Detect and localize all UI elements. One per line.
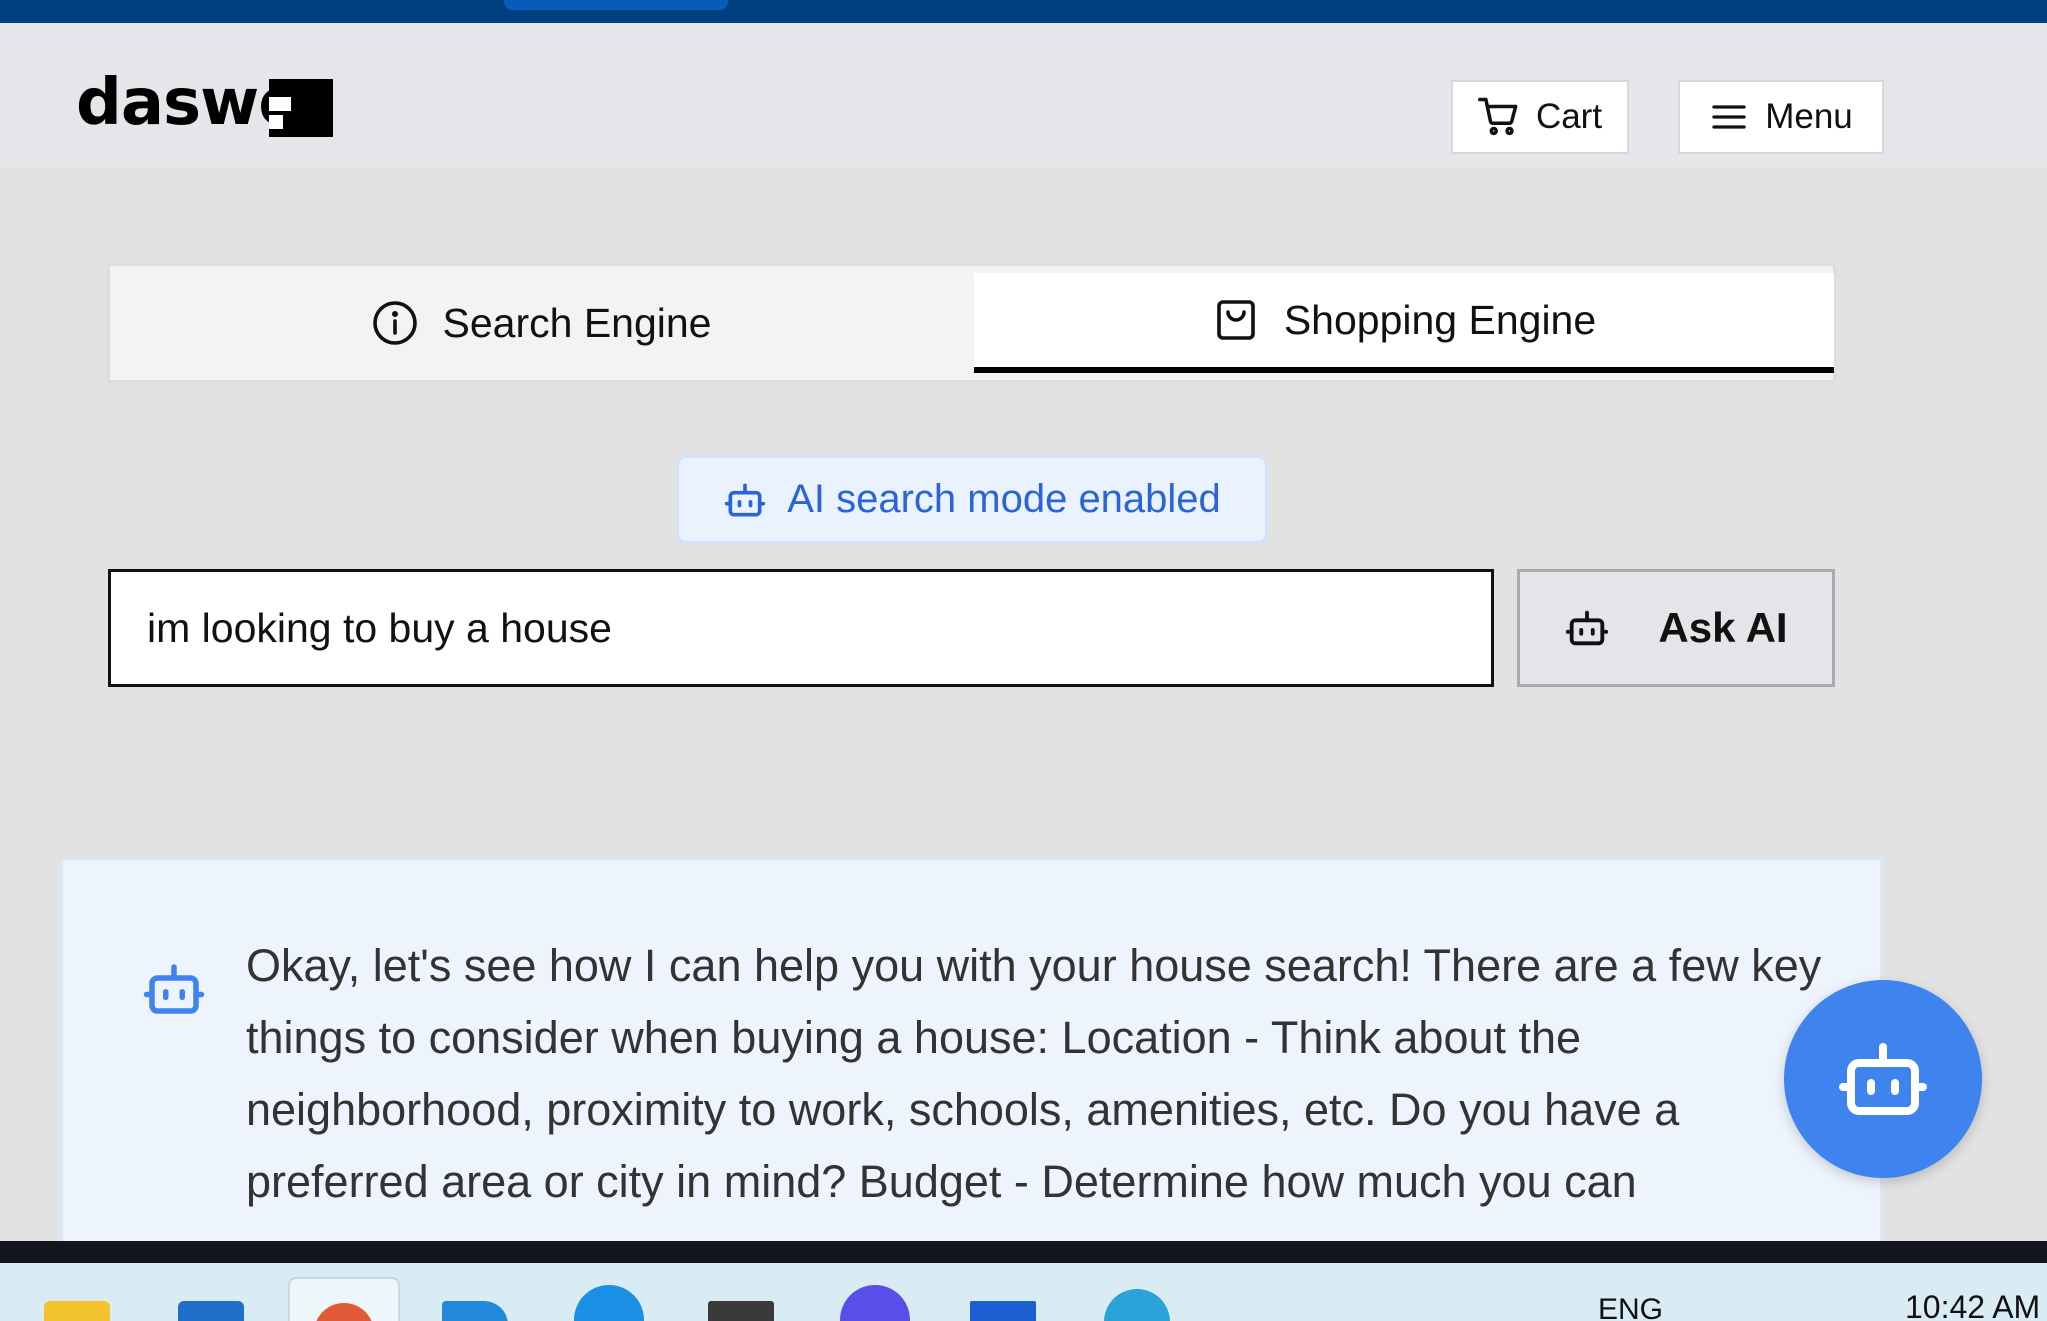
- robot-icon: [725, 483, 766, 516]
- browser-top-strip: [0, 0, 2047, 23]
- messenger-icon[interactable]: [840, 1285, 910, 1321]
- ai-response-panel: Okay, let's see how I can help you with …: [60, 857, 1883, 1257]
- vscode-icon[interactable]: [442, 1301, 508, 1321]
- site-logo[interactable]: daswo: [76, 53, 334, 153]
- keyboard-language[interactable]: ENG: [1598, 1293, 1663, 1321]
- telegram-icon[interactable]: [1104, 1289, 1170, 1321]
- robot-icon: [143, 964, 205, 1014]
- menu-button[interactable]: Menu: [1678, 80, 1884, 154]
- browser-app-icon: [314, 1303, 374, 1321]
- ai-response-text: Okay, let's see how I can help you with …: [246, 940, 1822, 1207]
- taskbar: ENG 10:42 AM: [0, 1263, 2047, 1321]
- system-clock[interactable]: 10:42 AM: [1905, 1289, 2040, 1321]
- file-explorer-icon[interactable]: [44, 1301, 110, 1321]
- briefcase-icon[interactable]: [178, 1301, 244, 1321]
- search-input[interactable]: [108, 569, 1494, 687]
- menu-label: Menu: [1765, 97, 1853, 136]
- chatbot-fab-button[interactable]: [1784, 980, 1982, 1178]
- ai-mode-label: AI search mode enabled: [787, 477, 1221, 521]
- ask-ai-button[interactable]: Ask AI: [1517, 569, 1835, 687]
- logo-text: daswo: [76, 66, 302, 140]
- shopping-bag-icon: [1217, 300, 1255, 340]
- document-app-icon[interactable]: [970, 1301, 1036, 1321]
- tab-shopping-engine-label: Shopping Engine: [1283, 296, 1597, 343]
- ask-ai-label: Ask AI: [1658, 604, 1788, 651]
- engine-tabs: Search Engine Shopping Engine: [107, 263, 1836, 383]
- tab-shopping-engine[interactable]: Shopping Engine: [974, 273, 1834, 373]
- ai-mode-badge: AI search mode enabled: [676, 455, 1268, 544]
- logo-mark-icon: [269, 79, 334, 137]
- robot-icon: [1566, 610, 1609, 646]
- tab-search-engine-label: Search Engine: [442, 299, 712, 346]
- cart-icon: [1477, 97, 1518, 136]
- window-bottom-edge: [0, 1241, 2047, 1263]
- active-app-slot[interactable]: [288, 1277, 400, 1321]
- robot-icon: [1839, 1043, 1927, 1115]
- cart-label: Cart: [1535, 97, 1603, 136]
- info-icon: [372, 301, 417, 345]
- browser-tab-indicator[interactable]: [504, 0, 728, 10]
- terminal-icon[interactable]: [708, 1301, 774, 1321]
- tab-search-engine[interactable]: Search Engine: [110, 273, 972, 373]
- hamburger-icon: [1712, 105, 1746, 129]
- site-header: daswo Cart Menu: [0, 23, 2047, 167]
- cart-button[interactable]: Cart: [1451, 80, 1629, 154]
- edge-browser-icon[interactable]: [574, 1285, 644, 1321]
